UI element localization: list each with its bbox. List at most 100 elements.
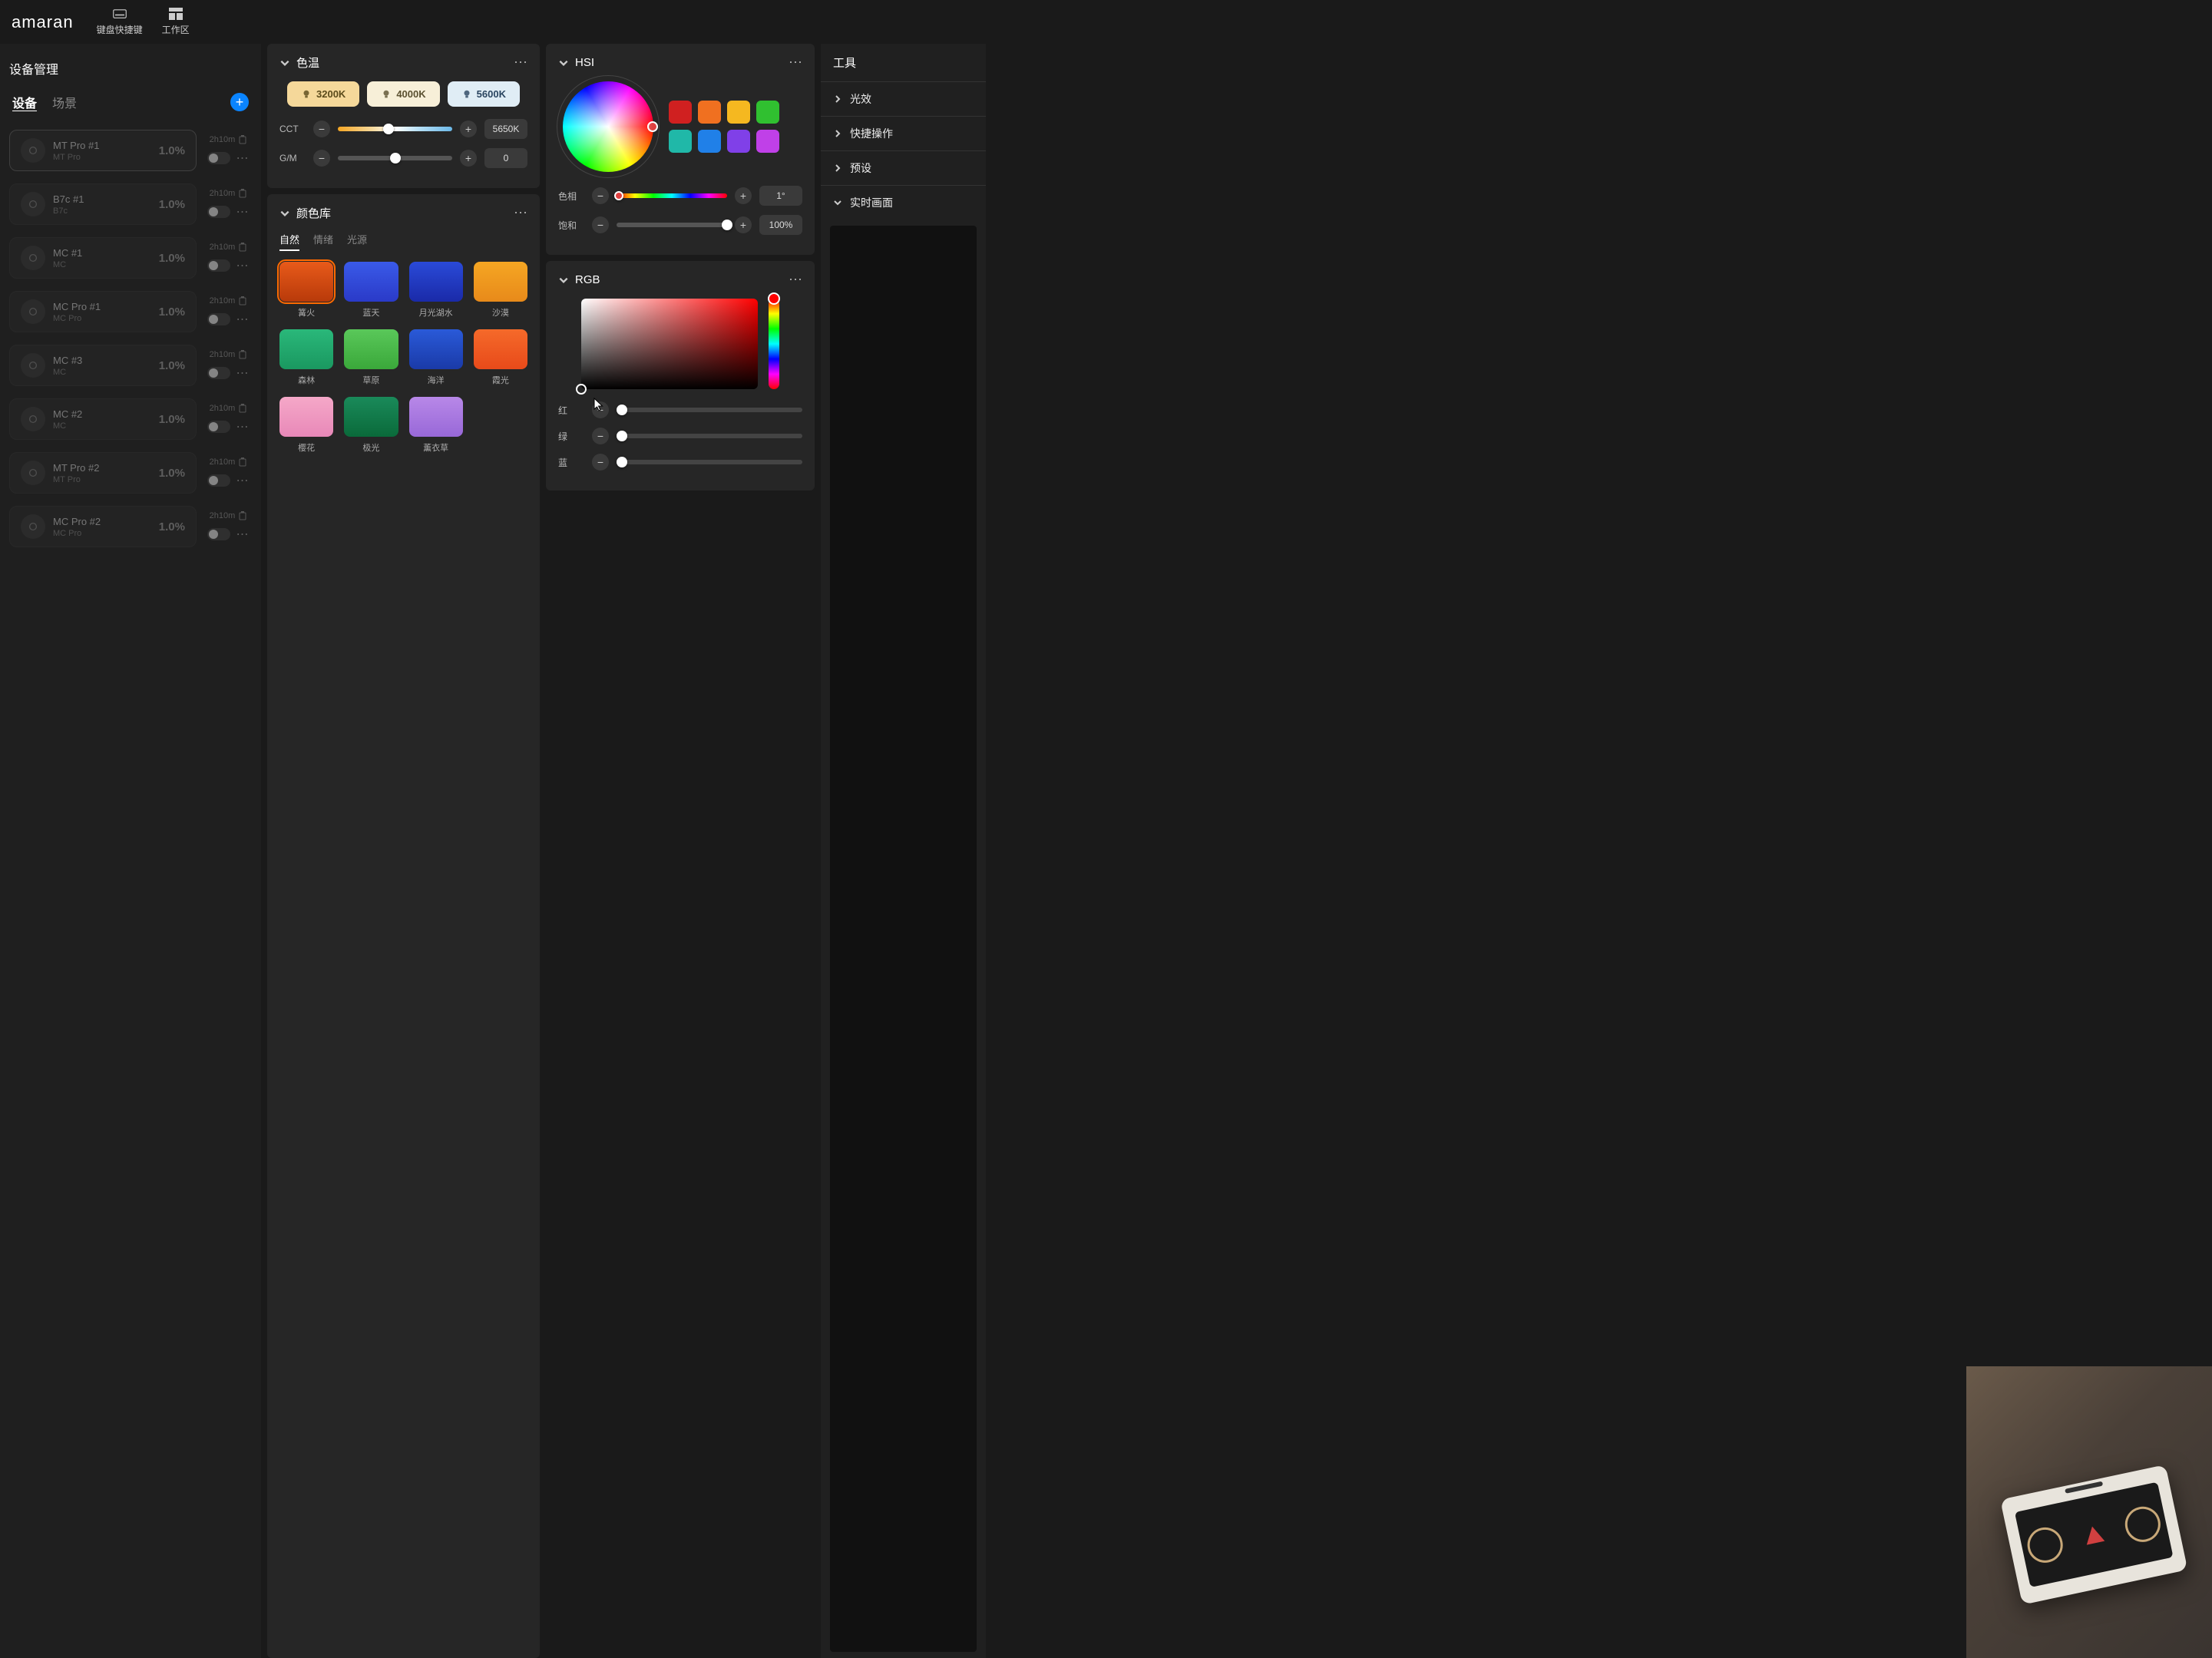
swatch-蓝天[interactable]: 蓝天 — [344, 262, 398, 319]
rgb-picker[interactable] — [581, 299, 758, 389]
device-card[interactable]: MC #1 MC 1.0% — [9, 237, 197, 279]
hsi-swatch[interactable] — [727, 101, 750, 124]
device-more[interactable]: ⋯ — [236, 204, 250, 220]
hue-value[interactable]: 1° — [759, 186, 802, 206]
device-more[interactable]: ⋯ — [236, 150, 250, 166]
hue-minus[interactable]: − — [592, 187, 609, 204]
hsi-menu[interactable]: ⋯ — [789, 54, 802, 71]
gm-slider[interactable] — [338, 156, 452, 160]
rgb-handle[interactable] — [576, 384, 587, 395]
libtab-nature[interactable]: 自然 — [279, 232, 299, 251]
swatch-森林[interactable]: 森林 — [279, 329, 333, 386]
cct-value[interactable]: 5650K — [484, 119, 527, 139]
device-row[interactable]: MC Pro #2 MC Pro 1.0% 2h10m ⋯ — [6, 500, 255, 553]
device-row[interactable]: MT Pro #1 MT Pro 1.0% 2h10m ⋯ — [6, 124, 255, 177]
libtab-source[interactable]: 光源 — [347, 232, 367, 251]
device-row[interactable]: MC #3 MC 1.0% 2h10m ⋯ — [6, 339, 255, 392]
b-minus[interactable]: − — [592, 454, 609, 471]
hsi-swatch[interactable] — [698, 101, 721, 124]
tool-item[interactable]: 光效 — [821, 81, 986, 116]
device-card[interactable]: MC #3 MC 1.0% — [9, 345, 197, 386]
device-row[interactable]: B7c #1 B7c 1.0% 2h10m ⋯ — [6, 177, 255, 231]
swatch-霞光[interactable]: 霞光 — [474, 329, 527, 386]
chevron-down-icon[interactable] — [558, 275, 569, 286]
gm-plus[interactable]: + — [460, 150, 477, 167]
hsi-swatch[interactable] — [669, 130, 692, 153]
device-card[interactable]: B7c #1 B7c 1.0% — [9, 183, 197, 225]
device-card[interactable]: MT Pro #2 MT Pro 1.0% — [9, 452, 197, 494]
device-row[interactable]: MC #2 MC 1.0% 2h10m ⋯ — [6, 392, 255, 446]
tool-item[interactable]: 预设 — [821, 150, 986, 185]
hsi-swatch[interactable] — [698, 130, 721, 153]
swatch-篝火[interactable]: 篝火 — [279, 262, 333, 319]
cct-preset-4000[interactable]: 4000K — [367, 81, 439, 107]
device-toggle[interactable] — [207, 313, 230, 325]
chevron-down-icon[interactable] — [279, 58, 290, 68]
device-more[interactable]: ⋯ — [236, 365, 250, 381]
cct-preset-3200[interactable]: 3200K — [287, 81, 359, 107]
gm-value[interactable]: 0 — [484, 148, 527, 168]
hue-plus[interactable]: + — [735, 187, 752, 204]
device-card[interactable]: MC Pro #2 MC Pro 1.0% — [9, 506, 197, 547]
device-more[interactable]: ⋯ — [236, 527, 250, 542]
cct-minus[interactable]: − — [313, 121, 330, 137]
device-more[interactable]: ⋯ — [236, 258, 250, 273]
device-toggle[interactable] — [207, 528, 230, 540]
g-slider[interactable] — [617, 434, 802, 438]
hue-slider[interactable] — [617, 193, 727, 198]
swatch-沙漠[interactable]: 沙漠 — [474, 262, 527, 319]
color-wheel[interactable] — [563, 81, 653, 172]
device-toggle[interactable] — [207, 367, 230, 379]
cct-preset-5600[interactable]: 5600K — [448, 81, 520, 107]
sat-minus[interactable]: − — [592, 216, 609, 233]
hsi-swatch[interactable] — [756, 101, 779, 124]
tool-item[interactable]: 实时画面 — [821, 185, 986, 220]
menu-workspace[interactable]: 工作区 — [162, 8, 190, 36]
hue-strip[interactable] — [769, 299, 779, 389]
chevron-down-icon[interactable] — [558, 58, 569, 68]
tool-item[interactable]: 快捷操作 — [821, 116, 986, 150]
gm-minus[interactable]: − — [313, 150, 330, 167]
swatch-月光湖水[interactable]: 月光湖水 — [409, 262, 463, 319]
chevron-down-icon[interactable] — [279, 208, 290, 219]
device-more[interactable]: ⋯ — [236, 312, 250, 327]
device-list[interactable]: MT Pro #1 MT Pro 1.0% 2h10m ⋯ B7c #1 B7c… — [6, 124, 255, 1649]
cct-menu[interactable]: ⋯ — [514, 54, 527, 71]
device-card[interactable]: MC #2 MC 1.0% — [9, 398, 197, 440]
rgb-menu[interactable]: ⋯ — [789, 272, 802, 288]
g-minus[interactable]: − — [592, 428, 609, 444]
sat-slider[interactable] — [617, 223, 727, 227]
device-toggle[interactable] — [207, 152, 230, 164]
hsi-swatch[interactable] — [727, 130, 750, 153]
cct-plus[interactable]: + — [460, 121, 477, 137]
device-toggle[interactable] — [207, 206, 230, 218]
device-toggle[interactable] — [207, 259, 230, 272]
device-row[interactable]: MC Pro #1 MC Pro 1.0% 2h10m ⋯ — [6, 285, 255, 339]
hue-strip-handle[interactable] — [768, 292, 780, 305]
swatch-草原[interactable]: 草原 — [344, 329, 398, 386]
hsi-swatch[interactable] — [669, 101, 692, 124]
sat-plus[interactable]: + — [735, 216, 752, 233]
device-toggle[interactable] — [207, 421, 230, 433]
sat-value[interactable]: 100% — [759, 215, 802, 235]
hsi-swatch[interactable] — [756, 130, 779, 153]
device-row[interactable]: MC #1 MC 1.0% 2h10m ⋯ — [6, 231, 255, 285]
swatch-薰衣草[interactable]: 薰衣草 — [409, 397, 463, 454]
wheel-handle[interactable] — [647, 121, 658, 132]
device-row[interactable]: MT Pro #2 MT Pro 1.0% 2h10m ⋯ — [6, 446, 255, 500]
device-toggle[interactable] — [207, 474, 230, 487]
tab-scenes[interactable]: 场景 — [52, 93, 77, 111]
device-card[interactable]: MC Pro #1 MC Pro 1.0% — [9, 291, 197, 332]
add-device-button[interactable]: + — [230, 93, 249, 111]
libtab-mood[interactable]: 情绪 — [313, 232, 333, 251]
library-menu[interactable]: ⋯ — [514, 205, 527, 221]
swatch-极光[interactable]: 极光 — [344, 397, 398, 454]
tab-devices[interactable]: 设备 — [12, 93, 37, 111]
swatch-樱花[interactable]: 樱花 — [279, 397, 333, 454]
r-minus[interactable]: − — [592, 401, 609, 418]
menu-shortcuts[interactable]: 键盘快捷键 — [97, 8, 143, 36]
cct-slider[interactable] — [338, 127, 452, 131]
swatch-海洋[interactable]: 海洋 — [409, 329, 463, 386]
device-more[interactable]: ⋯ — [236, 419, 250, 434]
b-slider[interactable] — [617, 460, 802, 464]
